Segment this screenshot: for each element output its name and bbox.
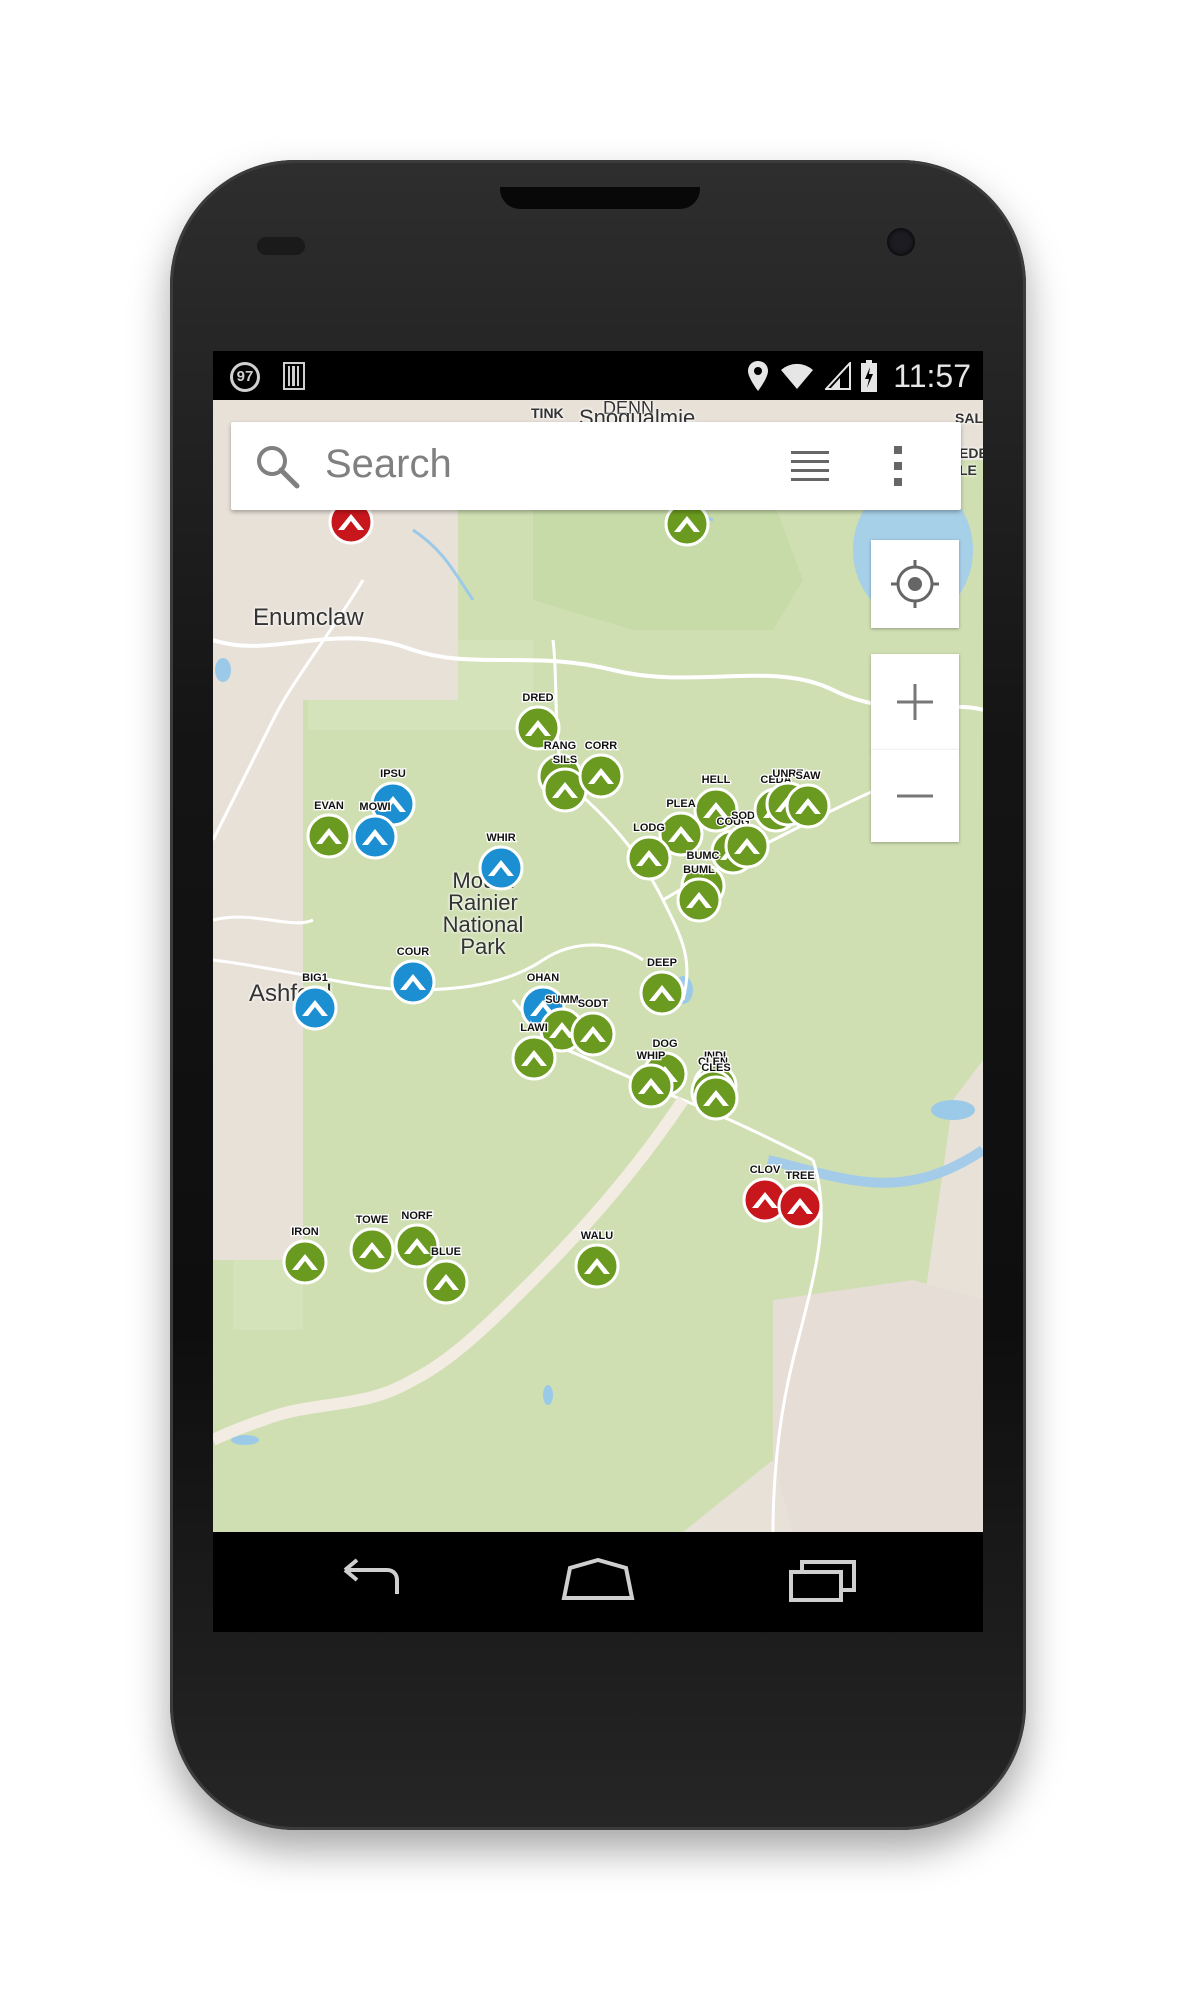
pin-label: LODG	[633, 822, 665, 834]
pin-label: WALU	[581, 1230, 613, 1242]
pin-label: IRON	[291, 1226, 319, 1238]
barcode-notification-icon	[283, 362, 305, 390]
campground-pins: KANACRYSDREDRANGSILSCORRIPSUEVANMOWIWHIR…	[282, 485, 831, 1305]
zoom-out-button[interactable]	[871, 750, 959, 842]
pin-label: BUML	[683, 864, 715, 876]
pin-marker[interactable]	[578, 753, 624, 799]
status-bar: 97 11:57	[213, 351, 983, 400]
pin-label: OHAN	[527, 972, 559, 984]
campground-pin-norf[interactable]: NORF	[394, 1209, 440, 1269]
campground-pin-walu[interactable]: WALU	[574, 1229, 620, 1289]
campground-pin-lodg[interactable]: LODG	[626, 821, 672, 881]
pin-label: CLES	[701, 1062, 730, 1074]
pin-label: TOWE	[356, 1214, 389, 1226]
campground-pin-big1[interactable]: BIG1	[292, 971, 338, 1031]
clock: 11:57	[893, 357, 971, 394]
pin-marker[interactable]	[676, 877, 722, 923]
pin-label: RANG	[544, 740, 576, 752]
pin-marker[interactable]	[349, 1227, 395, 1273]
pin-marker[interactable]	[423, 1259, 469, 1305]
search-icon[interactable]	[255, 444, 301, 490]
campground-pin-whir[interactable]: WHIR	[478, 831, 524, 891]
front-camera	[887, 228, 915, 256]
pin-label: SAW	[795, 770, 821, 782]
campground-pin-cour[interactable]: COUR	[390, 945, 436, 1005]
pin-label: WHIR	[486, 832, 515, 844]
pin-marker[interactable]	[626, 835, 672, 881]
pin-label: PLEA	[666, 798, 695, 810]
battery-charging-icon	[861, 360, 878, 392]
wifi-icon	[781, 363, 814, 389]
search-bar[interactable]: Search	[231, 422, 961, 510]
my-location-button[interactable]	[871, 540, 959, 628]
pin-label: IPSU	[380, 768, 406, 780]
search-input[interactable]: Search	[325, 442, 452, 487]
pin-label: CLOV	[750, 1164, 781, 1176]
notification-count-icon: 97	[230, 362, 260, 392]
pin-marker[interactable]	[292, 985, 338, 1031]
signal-icon	[825, 362, 852, 390]
pin-label: DRED	[522, 692, 553, 704]
crosshair-icon	[891, 560, 939, 608]
list-view-icon[interactable]	[791, 451, 831, 481]
campground-pin-deep[interactable]: DEEP	[639, 956, 685, 1016]
campground-pin-buml[interactable]: BUML	[676, 863, 722, 923]
pin-label: NORF	[401, 1210, 432, 1222]
pin-label: DOG	[652, 1038, 677, 1050]
pin-label: SODT	[578, 998, 609, 1010]
pin-marker[interactable]	[352, 814, 398, 860]
pin-label: DEEP	[647, 957, 677, 969]
navigation-bar	[213, 1532, 983, 1632]
pin-label: BIG1	[302, 972, 328, 984]
campground-pin-iron[interactable]: IRON	[282, 1225, 328, 1285]
pin-marker[interactable]	[574, 1243, 620, 1289]
pin-marker[interactable]	[511, 1035, 557, 1081]
pin-marker[interactable]	[639, 970, 685, 1016]
minus-icon	[897, 794, 933, 798]
pin-marker[interactable]	[693, 1075, 739, 1121]
campground-pin-blue[interactable]: BLUE	[423, 1245, 469, 1305]
speaker-grille	[500, 187, 700, 209]
pin-marker[interactable]	[785, 783, 831, 829]
pin-marker[interactable]	[628, 1063, 674, 1109]
proximity-sensor	[257, 237, 305, 255]
pin-label: CORR	[585, 740, 617, 752]
campground-pin-sodt[interactable]: SODT	[570, 997, 616, 1057]
pin-label: TREE	[785, 1170, 814, 1182]
campground-pin-mowi[interactable]: MOWI	[352, 800, 398, 860]
pin-marker[interactable]	[777, 1183, 823, 1229]
pin-label: EVAN	[314, 800, 344, 812]
campground-pin-corr[interactable]: CORR	[578, 739, 624, 799]
home-icon[interactable]	[560, 1558, 636, 1602]
pin-label: BUMC	[687, 850, 720, 862]
zoom-in-button[interactable]	[871, 654, 959, 751]
plus-icon	[897, 684, 933, 720]
pin-marker[interactable]	[390, 959, 436, 1005]
campground-pin-tree[interactable]: TREE	[777, 1169, 823, 1229]
pin-marker[interactable]	[570, 1011, 616, 1057]
pin-marker[interactable]	[724, 823, 770, 869]
pin-label: SILS	[553, 754, 577, 766]
location-icon	[748, 361, 769, 391]
pin-label: WHIP	[637, 1050, 666, 1062]
campground-pin-evan[interactable]: EVAN	[306, 799, 352, 859]
phone-screen: 97 11:57 Enumclaw Rainier National Park …	[213, 351, 983, 1632]
map-view[interactable]: Enumclaw Mount Rainier National Park Ash…	[213, 400, 983, 1532]
pin-marker[interactable]	[478, 845, 524, 891]
campground-pin-towe[interactable]: TOWE	[349, 1213, 395, 1273]
pin-marker[interactable]	[306, 813, 352, 859]
pin-label: BLUE	[431, 1246, 461, 1258]
pin-label: LAWI	[520, 1022, 548, 1034]
pin-label: MOWI	[359, 801, 390, 813]
pin-label: COUR	[397, 946, 429, 958]
recent-apps-icon[interactable]	[788, 1558, 858, 1602]
back-icon[interactable]	[335, 1558, 405, 1602]
pin-label: HELL	[702, 774, 731, 786]
pin-marker[interactable]	[282, 1239, 328, 1285]
overflow-menu-icon[interactable]	[891, 444, 905, 488]
pin-label: SUMM	[545, 994, 579, 1006]
